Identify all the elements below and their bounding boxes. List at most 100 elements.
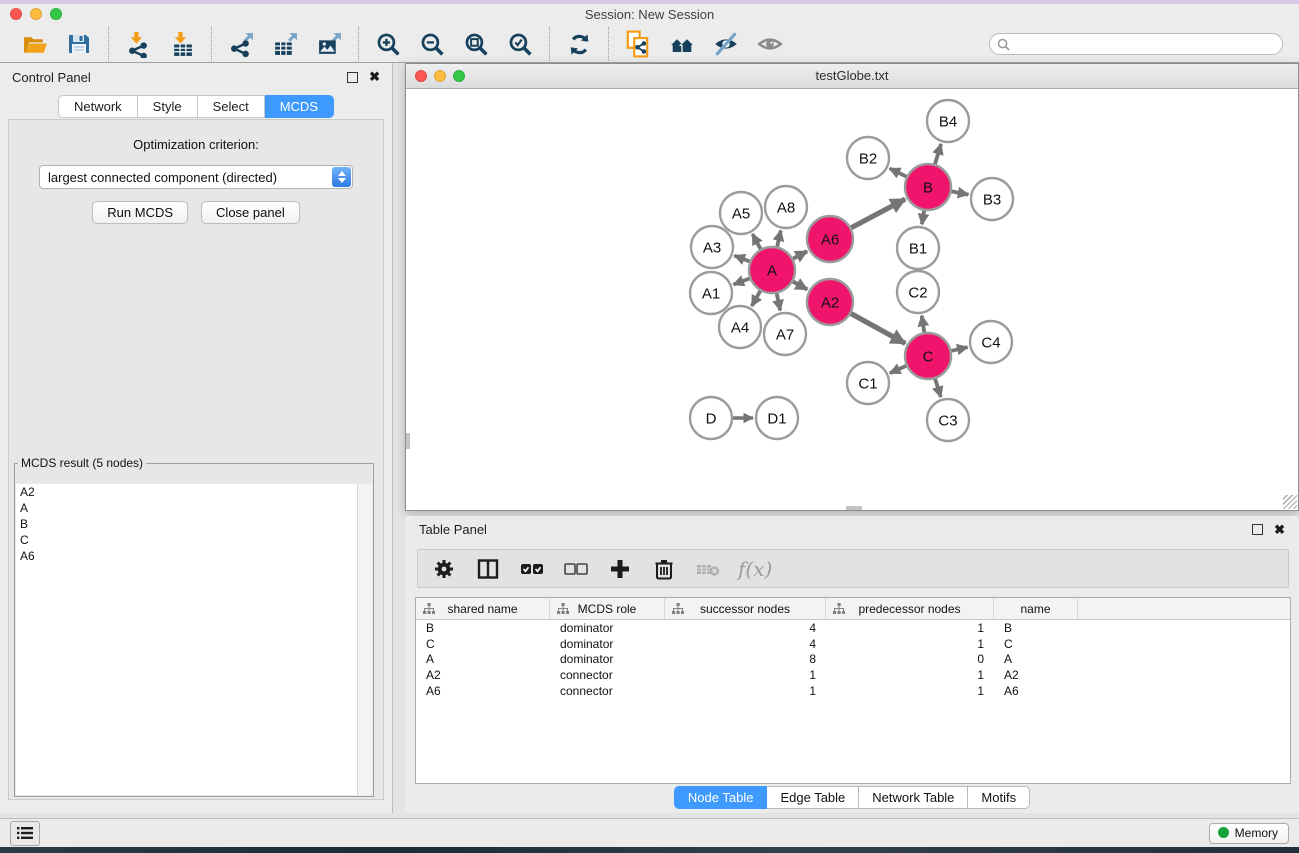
zoom-selected-button[interactable] — [506, 30, 534, 58]
node-C1[interactable]: C1 — [847, 362, 889, 404]
table-cell[interactable]: A6 — [416, 684, 550, 698]
table-cell[interactable]: A — [994, 652, 1078, 666]
delete-table-button[interactable] — [694, 555, 721, 582]
node-A[interactable]: A — [749, 247, 795, 293]
column-header-shared-name[interactable]: shared name — [416, 598, 550, 619]
close-panel-icon[interactable]: ✖ — [369, 72, 380, 82]
memory-button[interactable]: Memory — [1209, 823, 1289, 844]
table-cell[interactable]: A6 — [994, 684, 1078, 698]
export-table-button[interactable] — [271, 30, 299, 58]
import-network-button[interactable] — [124, 30, 152, 58]
node-A7[interactable]: A7 — [764, 313, 806, 355]
table-cell[interactable]: 1 — [826, 668, 994, 682]
edge-C-C2[interactable] — [922, 316, 925, 333]
table-cell[interactable]: 1 — [826, 637, 994, 651]
select-all-button[interactable] — [518, 555, 545, 582]
table-cell[interactable]: A2 — [994, 668, 1078, 682]
refresh-view-button[interactable] — [565, 30, 593, 58]
table-cell[interactable]: 1 — [826, 621, 994, 635]
edge-A-A3[interactable] — [734, 256, 749, 262]
table-row[interactable]: A6connector11A6 — [416, 683, 1290, 699]
node-D1[interactable]: D1 — [756, 397, 798, 439]
float-panel-icon[interactable] — [347, 72, 358, 83]
task-history-button[interactable] — [10, 821, 40, 846]
duplicate-network-button[interactable] — [624, 30, 652, 58]
function-builder-button[interactable]: f(x) — [738, 557, 772, 581]
network-canvas[interactable]: B4B2BB3A8A5A6A3B1AA1C2A2A4A7C4CC1C3DD1 — [406, 89, 1298, 510]
mcds-result-item[interactable]: B — [16, 516, 372, 532]
table-row[interactable]: Bdominator41B — [416, 620, 1290, 636]
node-A6[interactable]: A6 — [807, 216, 853, 262]
edge-A-A1[interactable] — [733, 278, 749, 284]
show-panels-button[interactable] — [756, 30, 784, 58]
edge-A-A7[interactable] — [777, 294, 780, 311]
table-settings-button[interactable] — [430, 555, 457, 582]
table-row[interactable]: Cdominator41C — [416, 636, 1290, 652]
table-cell[interactable]: 1 — [826, 684, 994, 698]
node-B[interactable]: B — [905, 164, 951, 210]
network-window-titlebar[interactable]: testGlobe.txt — [406, 64, 1298, 89]
zoom-out-button[interactable] — [418, 30, 446, 58]
table-cell[interactable]: A — [416, 652, 550, 666]
float-table-panel-icon[interactable] — [1252, 524, 1263, 535]
export-network-button[interactable] — [227, 30, 255, 58]
run-mcds-button[interactable]: Run MCDS — [92, 201, 188, 224]
table-cell[interactable]: dominator — [550, 621, 665, 635]
tab-motifs[interactable]: Motifs — [968, 786, 1030, 809]
tab-network[interactable]: Network — [58, 95, 138, 118]
node-A5[interactable]: A5 — [720, 192, 762, 234]
resize-grip-icon[interactable] — [1283, 495, 1297, 509]
node-A8[interactable]: A8 — [765, 186, 807, 228]
node-B1[interactable]: B1 — [897, 227, 939, 269]
column-header-successor-nodes[interactable]: successor nodes — [665, 598, 826, 619]
table-cell[interactable]: connector — [550, 684, 665, 698]
table-cell[interactable]: 4 — [665, 637, 826, 651]
tab-mcds[interactable]: MCDS — [265, 95, 334, 118]
edge-B-B1[interactable] — [922, 211, 924, 225]
mcds-result-item[interactable]: A2 — [16, 484, 372, 500]
node-D[interactable]: D — [690, 397, 732, 439]
zoom-in-button[interactable] — [374, 30, 402, 58]
export-image-button[interactable] — [315, 30, 343, 58]
horizontal-scrollbar-nub[interactable] — [846, 506, 862, 510]
node-C3[interactable]: C3 — [927, 399, 969, 441]
table-cell[interactable]: 8 — [665, 652, 826, 666]
column-header-MCDS-role[interactable]: MCDS role — [550, 598, 665, 619]
search-input[interactable] — [1015, 36, 1275, 53]
table-cell[interactable]: 0 — [826, 652, 994, 666]
tab-select[interactable]: Select — [198, 95, 265, 118]
table-cell[interactable]: 1 — [665, 668, 826, 682]
node-A4[interactable]: A4 — [719, 306, 761, 348]
column-header-predecessor-nodes[interactable]: predecessor nodes — [826, 598, 994, 619]
edge-A-A6[interactable] — [793, 251, 807, 258]
edge-A6-B[interactable] — [851, 199, 905, 228]
mcds-result-item[interactable]: C — [16, 532, 372, 548]
node-C2[interactable]: C2 — [897, 271, 939, 313]
table-cell[interactable]: A2 — [416, 668, 550, 682]
tab-network-table[interactable]: Network Table — [859, 786, 968, 809]
split-panel-button[interactable] — [474, 555, 501, 582]
mcds-result-item[interactable]: A6 — [16, 548, 372, 564]
hide-panels-button[interactable] — [712, 30, 740, 58]
table-cell[interactable]: dominator — [550, 637, 665, 651]
save-session-button[interactable] — [65, 30, 93, 58]
edge-C-C4[interactable] — [951, 347, 967, 351]
edge-A2-C[interactable] — [851, 314, 905, 344]
table-cell[interactable]: C — [994, 637, 1078, 651]
edge-A-A8[interactable] — [777, 230, 781, 246]
node-B4[interactable]: B4 — [927, 100, 969, 142]
table-row[interactable]: Adominator80A — [416, 652, 1290, 668]
open-session-button[interactable] — [21, 30, 49, 58]
node-B2[interactable]: B2 — [847, 137, 889, 179]
table-cell[interactable]: C — [416, 637, 550, 651]
edge-C-C1[interactable] — [890, 366, 906, 373]
edge-B-B2[interactable] — [890, 168, 907, 176]
toolbar-search[interactable] — [989, 33, 1283, 55]
edge-A-A5[interactable] — [752, 234, 760, 249]
zoom-fit-button[interactable] — [462, 30, 490, 58]
table-cell[interactable]: B — [994, 621, 1078, 635]
mcds-result-item[interactable]: A — [16, 500, 372, 516]
vertical-scrollbar-nub[interactable] — [406, 433, 410, 449]
edge-A-A2[interactable] — [793, 282, 807, 290]
deselect-all-button[interactable] — [562, 555, 589, 582]
